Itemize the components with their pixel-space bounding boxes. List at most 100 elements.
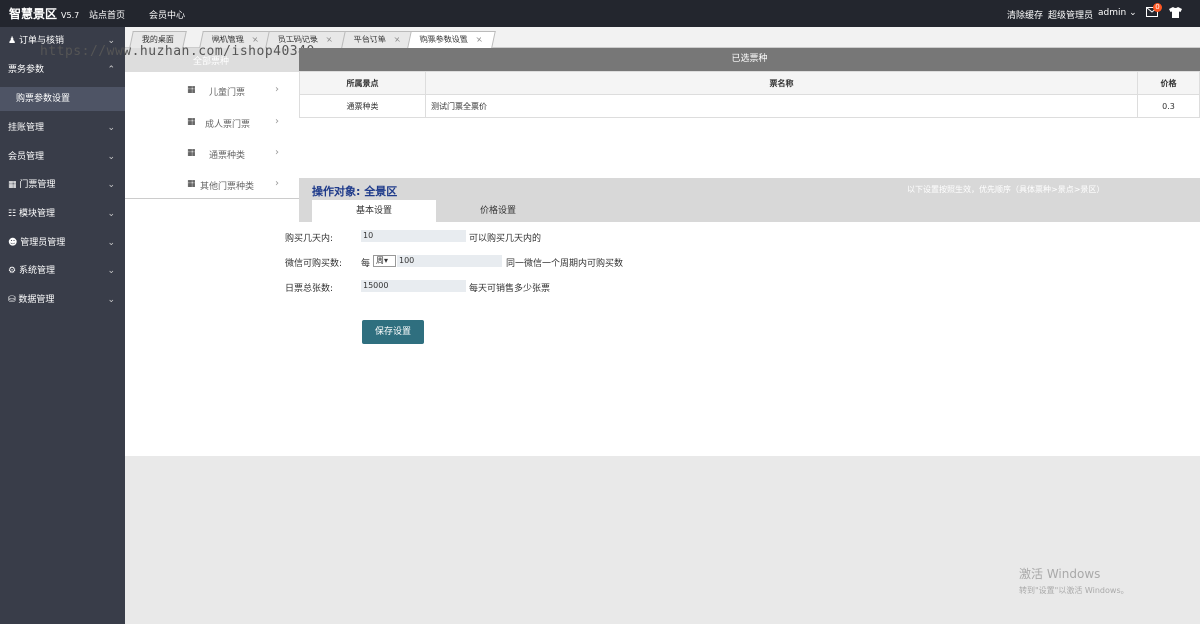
ticket-type-other[interactable]: ▦ 其他门票种类 › [125, 176, 299, 196]
sidebar-item-label: 挂账管理 [8, 123, 45, 133]
chevron-down-icon: ⌄ [107, 152, 115, 162]
chevron-down-icon: ⌄ [107, 238, 115, 248]
sidebar-item-members[interactable]: 会员管理 ⌄ [0, 143, 125, 171]
ticket-icon: ▦ [187, 117, 196, 127]
ticket-type-adult[interactable]: ▦ 成人票门票 › [125, 114, 299, 134]
tab-label: 平台订单 [352, 35, 387, 44]
sidebar-item-tickets[interactable]: ▦ 门票管理 ⌄ [0, 171, 125, 199]
column-header: 票名称 [425, 71, 1138, 95]
sidebar: ♟ 订单与核销 ⌄ 票务参数 ⌃ 购票参数设置 挂账管理 ⌄ 会员管理 ⌄ ▦ … [0, 27, 125, 624]
tab-label: 购票参数设置 [418, 35, 469, 44]
save-button[interactable]: 保存设置 [362, 320, 424, 344]
sidebar-item-credit[interactable]: 挂账管理 ⌄ [0, 114, 125, 142]
wechat-row: 微信可购买数: 每 周▾ 100 同一微信一个周期内可购买数 [285, 255, 685, 269]
sidebar-item-system[interactable]: ⚙ 系统管理 ⌄ [0, 257, 125, 285]
close-icon[interactable]: × [392, 32, 402, 48]
daily-label: 日票总张数: [285, 284, 334, 294]
windows-activation-title: 激活 Windows [1019, 567, 1101, 581]
user-icon: ♟ [8, 36, 17, 46]
chevron-right-icon: › [275, 178, 279, 189]
ticket-icon: ▦ [187, 148, 196, 158]
windows-activation-hint: 转到"设置"以激活 Windows。 [1019, 586, 1129, 595]
column-header: 价格 [1137, 71, 1200, 95]
ticket-type-nav: 全部票种 ▦ 儿童门票 › ▦ 成人票门票 › ▦ 通票种类 › ▦ 其他门票种… [125, 48, 299, 199]
top-bar: 智慧景区 V5.7 站点首页 会员中心 清除缓存 超级管理员 admin ⌄ 0 [0, 0, 1200, 27]
sidebar-item-label: 模块管理 [18, 209, 55, 219]
operation-title: 操作对象: 全景区 [312, 185, 398, 198]
sidebar-item-ticket-params[interactable]: 票务参数 ⌃ [0, 56, 125, 84]
tab-platform-orders[interactable]: 平台订单 × [341, 31, 414, 48]
username: admin [1098, 8, 1127, 18]
user-menu[interactable]: admin ⌄ [1098, 8, 1137, 18]
sidebar-item-label: 数据管理 [18, 295, 55, 305]
grid-icon: ☷ [8, 209, 17, 219]
clear-cache-link[interactable]: 清除缓存 [1007, 8, 1043, 21]
brand[interactable]: 智慧景区 V5.7 [9, 5, 79, 22]
days-hint: 可以购买几天内的 [469, 234, 542, 244]
chevron-right-icon: › [275, 147, 279, 158]
close-icon[interactable]: × [324, 32, 334, 48]
selected-tickets-title: 已选票种 [299, 48, 1200, 71]
chevron-up-icon: ⌃ [107, 65, 115, 75]
sidebar-item-label: 票务参数 [8, 65, 45, 75]
operation-hint: 以下设置按照生效，优先顺序（具体票种>景点>景区） [907, 185, 1105, 194]
ticket-type-pass[interactable]: ▦ 通票种类 › [125, 145, 299, 165]
close-icon[interactable]: × [474, 32, 484, 48]
brand-title: 智慧景区 [9, 7, 58, 21]
days-label: 购买几天内: [285, 234, 334, 244]
period-select[interactable]: 周▾ [373, 255, 396, 267]
ticket-type-label: 其他门票种类 [200, 182, 255, 192]
sidebar-item-modules[interactable]: ☷ 模块管理 ⌄ [0, 200, 125, 228]
chevron-down-icon: ⌄ [107, 180, 115, 190]
table-cell: 通票种类 [299, 94, 426, 118]
sidebar-item-label: 管理员管理 [20, 238, 66, 248]
operation-bar: 操作对象: 全景区 以下设置按照生效，优先顺序（具体票种>景点>景区） [299, 178, 1200, 200]
wechat-label: 微信可购买数: [285, 259, 343, 269]
table-cell: 测试门票全票价 [425, 94, 1138, 118]
sidebar-item-data[interactable]: ⛁ 数据管理 ⌄ [0, 286, 125, 314]
gear-icon: ⚙ [8, 266, 17, 276]
tab-basic-settings[interactable]: 基本设置 [312, 200, 436, 222]
nav-site-home[interactable]: 站点首页 [89, 8, 125, 21]
tab-purchase-settings[interactable]: 购票参数设置 × [407, 31, 496, 48]
chevron-down-icon: ⌄ [107, 295, 115, 305]
sidebar-item-admins[interactable]: ☻ 管理员管理 ⌄ [0, 229, 125, 257]
sidebar-subitem-purchase-settings[interactable]: 购票参数设置 [0, 87, 125, 111]
person-icon: ☻ [8, 238, 18, 248]
notification-badge: 0 [1153, 3, 1162, 12]
ticket-type-label: 通票种类 [209, 151, 246, 161]
daily-row: 日票总张数: 15000 每天可销售多少张票 [285, 280, 585, 294]
ticket-icon: ▦ [8, 180, 17, 190]
chevron-down-icon: ⌄ [107, 266, 115, 276]
days-row: 购买几天内: 10 可以购买几天内的 [285, 230, 585, 244]
table-cell: 0.3 [1137, 94, 1200, 118]
tab-price-settings[interactable]: 价格设置 [436, 200, 560, 222]
sidebar-item-label: 会员管理 [8, 152, 45, 162]
ticket-type-label: 成人票门票 [205, 120, 251, 130]
column-header: 所属景点 [299, 71, 426, 95]
wechat-prefix: 每 [361, 259, 371, 269]
windows-activation-notice: 激活 Windows 转到"设置"以激活 Windows。 [1019, 565, 1129, 596]
nav-member-center[interactable]: 会员中心 [149, 8, 185, 21]
chevron-down-icon: ▾ [384, 256, 389, 265]
watermark-url: https://www.huzhan.com/ishop40340 [40, 44, 315, 59]
theme-shirt-icon[interactable] [1169, 7, 1182, 21]
version-label: V5.7 [61, 11, 80, 20]
daily-total-input[interactable]: 15000 [361, 280, 466, 292]
table-row: 通票种类 测试门票全票价 0.3 [299, 94, 1200, 118]
sidebar-item-label: 门票管理 [19, 180, 56, 190]
settings-tabs: 基本设置 价格设置 [299, 200, 1200, 222]
days-input[interactable]: 10 [361, 230, 466, 242]
period-select-value: 周 [376, 256, 384, 265]
ticket-type-child[interactable]: ▦ 儿童门票 › [125, 82, 299, 102]
chevron-right-icon: › [275, 116, 279, 127]
ticket-icon: ▦ [187, 85, 196, 95]
selected-tickets-table: 所属景点 票名称 价格 通票种类 测试门票全票价 0.3 [299, 71, 1200, 118]
ticket-icon: ▦ [187, 179, 196, 189]
role-label: 超级管理员 [1048, 11, 1094, 21]
daily-hint: 每天可销售多少张票 [469, 284, 551, 294]
sidebar-item-label: 系统管理 [18, 266, 55, 276]
ticket-type-label: 儿童门票 [209, 88, 246, 98]
wechat-limit-input[interactable]: 100 [397, 255, 502, 267]
chevron-down-icon: ⌄ [107, 209, 115, 219]
